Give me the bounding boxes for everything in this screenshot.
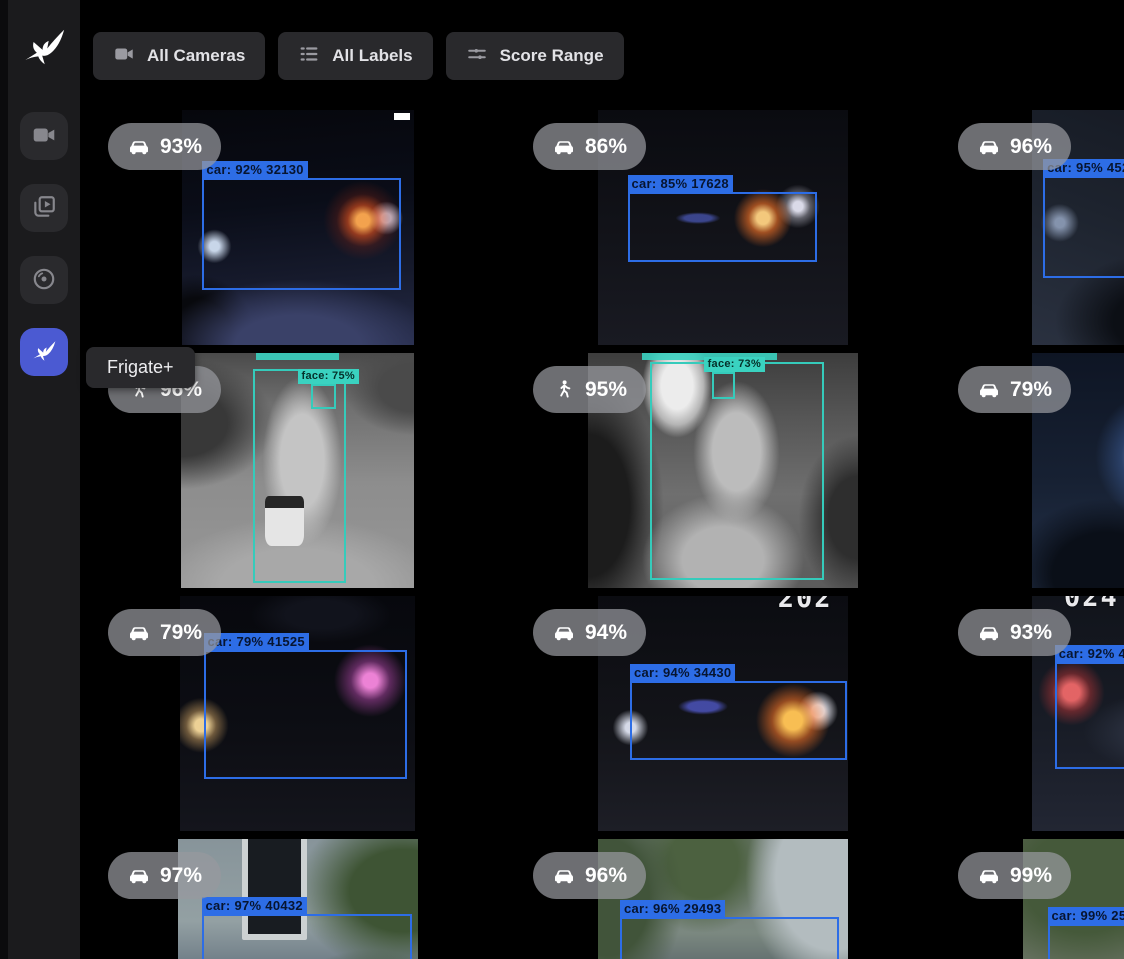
car-icon bbox=[552, 864, 576, 888]
all-labels-filter-button[interactable]: All Labels bbox=[278, 32, 432, 80]
grid-item: car: 99% 2599% bbox=[935, 839, 1124, 959]
car-icon bbox=[552, 621, 576, 645]
grid-item: car: 95% 4526096% bbox=[935, 110, 1124, 345]
grid-item: face: 73%95% bbox=[510, 353, 935, 588]
corner-mark bbox=[394, 113, 410, 120]
camera-snapshot[interactable]: car: 85% 17628 bbox=[598, 110, 848, 345]
detection-bbox bbox=[620, 917, 839, 959]
grid-item: car: 92% 3213093% bbox=[85, 110, 510, 345]
grid-item: car: 79% 4152579% bbox=[85, 596, 510, 831]
camera-snapshot[interactable]: car: 95% 45260 bbox=[1032, 110, 1124, 345]
grid-item: car: 79%79% bbox=[935, 353, 1124, 588]
detection-bbox bbox=[630, 681, 847, 760]
filters-toolbar: All Cameras All Labels bbox=[93, 32, 624, 80]
sliders-icon bbox=[466, 43, 488, 70]
camera-snapshot[interactable]: face: 73% bbox=[588, 353, 858, 588]
camera-snapshot[interactable]: face: 75% bbox=[181, 353, 414, 588]
camera-snapshot[interactable]: car: 92% 32130 bbox=[182, 110, 414, 345]
camera-icon bbox=[113, 43, 135, 70]
detection-bbox bbox=[202, 178, 401, 290]
sidebar-item-export[interactable] bbox=[20, 256, 68, 304]
detection-label: car: 92% 32130 bbox=[202, 161, 307, 178]
camera-snapshot[interactable]: car: 79% 41525 bbox=[180, 596, 415, 831]
all-cameras-filter-button[interactable]: All Cameras bbox=[93, 32, 265, 80]
frigate-bird-icon bbox=[31, 338, 57, 367]
detection-label: car: 96% 29493 bbox=[620, 900, 725, 917]
detection-bbox bbox=[1055, 662, 1124, 769]
frigate-plus-tooltip: Frigate+ bbox=[86, 347, 195, 388]
detection-label: car: 94% 34430 bbox=[630, 664, 735, 681]
camera-snapshot[interactable]: car: 79% bbox=[1032, 353, 1124, 588]
car-icon bbox=[127, 135, 151, 159]
detection-label: car: 99% 25 bbox=[1048, 907, 1124, 924]
camera-snapshot[interactable]: car: 97% 40432 bbox=[178, 839, 418, 959]
window-edge bbox=[0, 0, 8, 959]
detection-label: car: 97% 40432 bbox=[202, 897, 307, 914]
face-bbox bbox=[311, 384, 336, 409]
detection-bbox bbox=[1043, 176, 1124, 279]
export-icon bbox=[31, 266, 57, 295]
face-label: face: 73% bbox=[704, 357, 765, 372]
grid-item: car: 92% 4216024 05 093% bbox=[935, 596, 1124, 831]
frigate-bird-icon bbox=[20, 24, 68, 70]
grid-item: car: 94% 3443020294% bbox=[510, 596, 935, 831]
filter-label: All Labels bbox=[332, 46, 412, 66]
clipped-label bbox=[256, 353, 340, 360]
detection-bbox bbox=[202, 914, 412, 959]
camera-snapshot[interactable]: car: 92% 4216 024 05 0 bbox=[1032, 596, 1124, 831]
grid-item: car: 97% 4043297% bbox=[85, 839, 510, 959]
person-icon bbox=[552, 378, 576, 402]
detection-label: car: 79% 41525 bbox=[204, 633, 309, 650]
snapshot-grid: car: 92% 3213093%car: 85% 1762886%car: 9… bbox=[85, 110, 1124, 959]
grid-item: car: 85% 1762886% bbox=[510, 110, 935, 345]
detection-bbox bbox=[628, 192, 817, 262]
car-icon bbox=[977, 135, 1001, 159]
camera-icon bbox=[31, 122, 57, 151]
car-icon bbox=[127, 864, 151, 888]
sidebar-nav bbox=[20, 112, 68, 376]
detection-bbox bbox=[204, 650, 408, 779]
sidebar-item-live[interactable] bbox=[20, 112, 68, 160]
grid-item: face: 75%96% bbox=[85, 353, 510, 588]
timestamp-fragment: 202 bbox=[778, 596, 833, 614]
camera-snapshot[interactable]: car: 94% 34430 202 bbox=[598, 596, 848, 831]
filter-label: All Cameras bbox=[147, 46, 245, 66]
sidebar bbox=[8, 0, 80, 959]
detection-bbox bbox=[1048, 924, 1124, 959]
detection-label: car: 92% 4216 bbox=[1055, 645, 1124, 662]
detection-label: car: 85% 17628 bbox=[628, 175, 733, 192]
car-icon bbox=[977, 621, 1001, 645]
face-label: face: 75% bbox=[298, 369, 359, 384]
score-range-filter-button[interactable]: Score Range bbox=[446, 32, 624, 80]
review-icon bbox=[31, 194, 57, 223]
timestamp-fragment: 024 05 0 bbox=[1064, 596, 1124, 613]
list-icon bbox=[298, 43, 320, 70]
car-icon bbox=[977, 378, 1001, 402]
grid-item: car: 96% 2949396% bbox=[510, 839, 935, 959]
filter-label: Score Range bbox=[500, 46, 604, 66]
detection-bbox bbox=[650, 362, 824, 580]
frigate-app: Frigate+ All Cameras All Labels bbox=[0, 0, 1124, 959]
detection-label: car: 95% 45260 bbox=[1043, 159, 1124, 176]
camera-snapshot[interactable]: car: 96% 29493 bbox=[598, 839, 848, 959]
car-icon bbox=[977, 864, 1001, 888]
sidebar-item-frigate-plus[interactable] bbox=[20, 328, 68, 376]
face-bbox bbox=[712, 372, 735, 400]
car-icon bbox=[127, 621, 151, 645]
camera-snapshot[interactable]: car: 99% 25 bbox=[1023, 839, 1124, 959]
sidebar-item-review[interactable] bbox=[20, 184, 68, 232]
car-icon bbox=[552, 135, 576, 159]
